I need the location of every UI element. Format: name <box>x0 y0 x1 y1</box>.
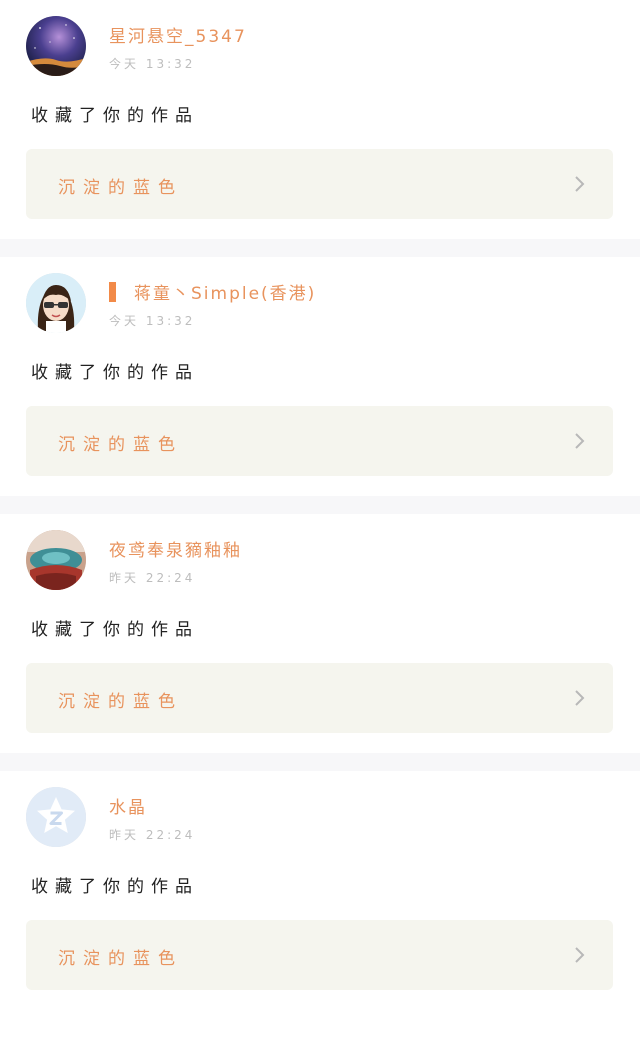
cartoon-girl-avatar-image <box>26 273 86 333</box>
username[interactable]: 蒋童丶Simple(香港) <box>109 279 316 304</box>
timestamp: 昨天 22:24 <box>109 828 196 842</box>
notification-item: 水晶 昨天 22:24 收藏了你的作品 沉淀的蓝色 <box>0 771 640 1010</box>
username[interactable]: 夜鸢奉泉豴釉釉 <box>109 536 242 561</box>
chevron-right-icon <box>569 431 589 451</box>
work-title: 沉淀的蓝色 <box>58 435 183 455</box>
work-title: 沉淀的蓝色 <box>58 178 183 198</box>
timestamp: 昨天 22:24 <box>109 571 196 585</box>
work-card[interactable]: 沉淀的蓝色 <box>26 663 613 733</box>
name-badge <box>109 282 116 302</box>
action-text: 收藏了你的作品 <box>31 620 199 640</box>
chevron-right-icon <box>569 688 589 708</box>
chevron-right-icon <box>569 945 589 965</box>
divider <box>0 239 640 257</box>
timestamp: 今天 13:32 <box>109 314 196 328</box>
action-text: 收藏了你的作品 <box>31 363 199 383</box>
default-avatar-star-icon <box>26 787 86 847</box>
action-text: 收藏了你的作品 <box>31 106 199 126</box>
avatar[interactable] <box>26 787 86 847</box>
action-text: 收藏了你的作品 <box>31 877 199 897</box>
notification-item: 蒋童丶Simple(香港) 今天 13:32 收藏了你的作品 沉淀的蓝色 <box>0 257 640 496</box>
galaxy-avatar-image <box>26 16 86 76</box>
work-card[interactable]: 沉淀的蓝色 <box>26 406 613 476</box>
avatar[interactable] <box>26 530 86 590</box>
username[interactable]: 水晶 <box>109 793 147 818</box>
chevron-right-icon <box>569 174 589 194</box>
notification-item: 星河悬空_5347 今天 13:32 收藏了你的作品 沉淀的蓝色 <box>0 0 640 239</box>
work-card[interactable]: 沉淀的蓝色 <box>26 920 613 990</box>
username[interactable]: 星河悬空_5347 <box>109 22 247 47</box>
avatar[interactable] <box>26 16 86 76</box>
work-title: 沉淀的蓝色 <box>58 692 183 712</box>
divider <box>0 496 640 514</box>
notification-feed: 星河悬空_5347 今天 13:32 收藏了你的作品 沉淀的蓝色 蒋童丶Simp… <box>0 0 640 1010</box>
username-text: 蒋童丶Simple(香港) <box>134 284 317 304</box>
photo-avatar-image <box>26 530 86 590</box>
work-card[interactable]: 沉淀的蓝色 <box>26 149 613 219</box>
avatar[interactable] <box>26 273 86 333</box>
work-title: 沉淀的蓝色 <box>58 949 183 969</box>
notification-item: 夜鸢奉泉豴釉釉 昨天 22:24 收藏了你的作品 沉淀的蓝色 <box>0 514 640 753</box>
divider <box>0 753 640 771</box>
timestamp: 今天 13:32 <box>109 57 196 71</box>
